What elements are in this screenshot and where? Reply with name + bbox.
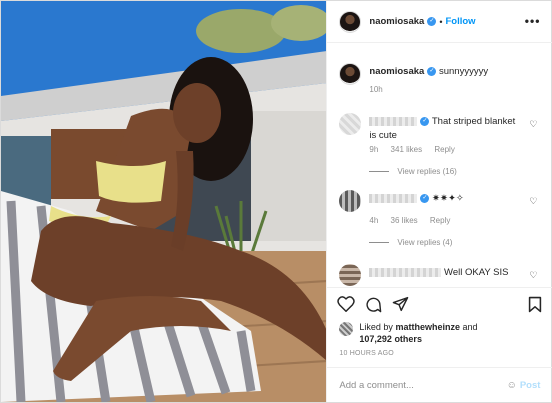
- add-comment-bar: Add a comment... ☺ Post: [327, 367, 552, 402]
- commenter-avatar-blurred[interactable]: [339, 264, 362, 286]
- like-comment-heart-icon[interactable]: ♡: [529, 119, 537, 130]
- post-photo[interactable]: [1, 1, 327, 402]
- comment-meta: 9h 341 likes Reply: [369, 145, 464, 154]
- replies-line: [369, 171, 390, 172]
- action-icons: [337, 296, 409, 313]
- comment-meta: 4h 36 likes Reply: [369, 216, 460, 225]
- photo-scene: [1, 1, 327, 402]
- comment-body: Well OKAY SIS: [444, 267, 509, 278]
- follow-button[interactable]: Follow: [445, 16, 475, 27]
- commenter-avatar-blurred[interactable]: [339, 113, 362, 135]
- verified-badge-icon: ✓: [420, 116, 430, 126]
- commenter-username-blurred[interactable]: [369, 116, 418, 126]
- comment-text: ✓ That striped blanket is cute: [369, 115, 519, 143]
- verified-badge-icon: ✓: [427, 66, 437, 76]
- comment-time: 9h: [369, 145, 379, 154]
- add-comment-input[interactable]: Add a comment...: [339, 380, 506, 391]
- reply-button[interactable]: Reply: [434, 145, 454, 154]
- like-heart-icon[interactable]: [337, 296, 356, 312]
- comment-likes[interactable]: 36 likes: [391, 216, 418, 225]
- verified-badge-icon: ✓: [420, 193, 430, 203]
- view-replies-button[interactable]: View replies (4): [369, 238, 452, 247]
- author-avatar[interactable]: [339, 10, 362, 33]
- instagram-post: naomiosaka ✓ • Follow ••• naomiosaka ✓ su…: [0, 0, 552, 403]
- caption-username[interactable]: naomiosaka: [369, 66, 424, 77]
- replies-line: [369, 242, 390, 243]
- comment-text: ✓ ✷✷✦✧: [369, 192, 519, 206]
- liked-by-others-count[interactable]: 107,292 others: [359, 334, 422, 344]
- commenter-username-blurred[interactable]: [369, 267, 442, 277]
- liked-by-prefix: Liked by: [359, 322, 393, 332]
- caption-text: naomiosaka ✓ sunnyyyyyy: [369, 65, 488, 78]
- comment-text: Well OKAY SIS: [369, 266, 529, 280]
- comment-time: 4h: [369, 216, 379, 225]
- comment-bubble-icon[interactable]: [365, 296, 382, 313]
- verified-badge-icon: ✓: [427, 17, 437, 26]
- post-timestamp[interactable]: 10 HOURS AGO: [339, 350, 394, 357]
- view-replies-button[interactable]: View replies (16): [369, 167, 457, 176]
- reply-button[interactable]: Reply: [430, 216, 450, 225]
- like-comment-heart-icon[interactable]: ♡: [529, 196, 537, 207]
- liked-by-and: and: [462, 322, 478, 332]
- comments-list[interactable]: naomiosaka ✓ sunnyyyyyy 10h ✓ That stripe…: [327, 43, 552, 287]
- share-send-icon[interactable]: [392, 296, 409, 312]
- author-username[interactable]: naomiosaka: [369, 16, 424, 27]
- caption-time: 10h: [369, 85, 383, 94]
- emoji-icon[interactable]: ☺: [507, 380, 517, 391]
- caption-body: sunnyyyyyy: [438, 66, 489, 77]
- commenter-username-blurred[interactable]: [369, 193, 418, 203]
- post-header: naomiosaka ✓ • Follow •••: [327, 1, 552, 43]
- commenter-avatar-blurred[interactable]: [339, 190, 362, 212]
- caption-author-avatar[interactable]: [339, 63, 362, 85]
- like-comment-heart-icon[interactable]: ♡: [529, 270, 537, 281]
- view-replies-label[interactable]: View replies (4): [397, 238, 452, 247]
- post-side-panel: naomiosaka ✓ • Follow ••• naomiosaka ✓ su…: [326, 1, 552, 402]
- comment-likes[interactable]: 341 likes: [391, 145, 423, 154]
- post-comment-button[interactable]: Post: [520, 380, 541, 391]
- view-replies-label[interactable]: View replies (16): [397, 167, 456, 176]
- separator-dot: •: [439, 16, 443, 27]
- comment-body: ✷✷✦✧: [432, 193, 464, 204]
- save-bookmark-icon[interactable]: [528, 296, 542, 313]
- liked-by-user[interactable]: matthewheinze: [395, 322, 460, 332]
- more-options-icon[interactable]: •••: [525, 14, 541, 28]
- liked-by-text: Liked by matthewheinze and 107,292 other…: [339, 321, 539, 345]
